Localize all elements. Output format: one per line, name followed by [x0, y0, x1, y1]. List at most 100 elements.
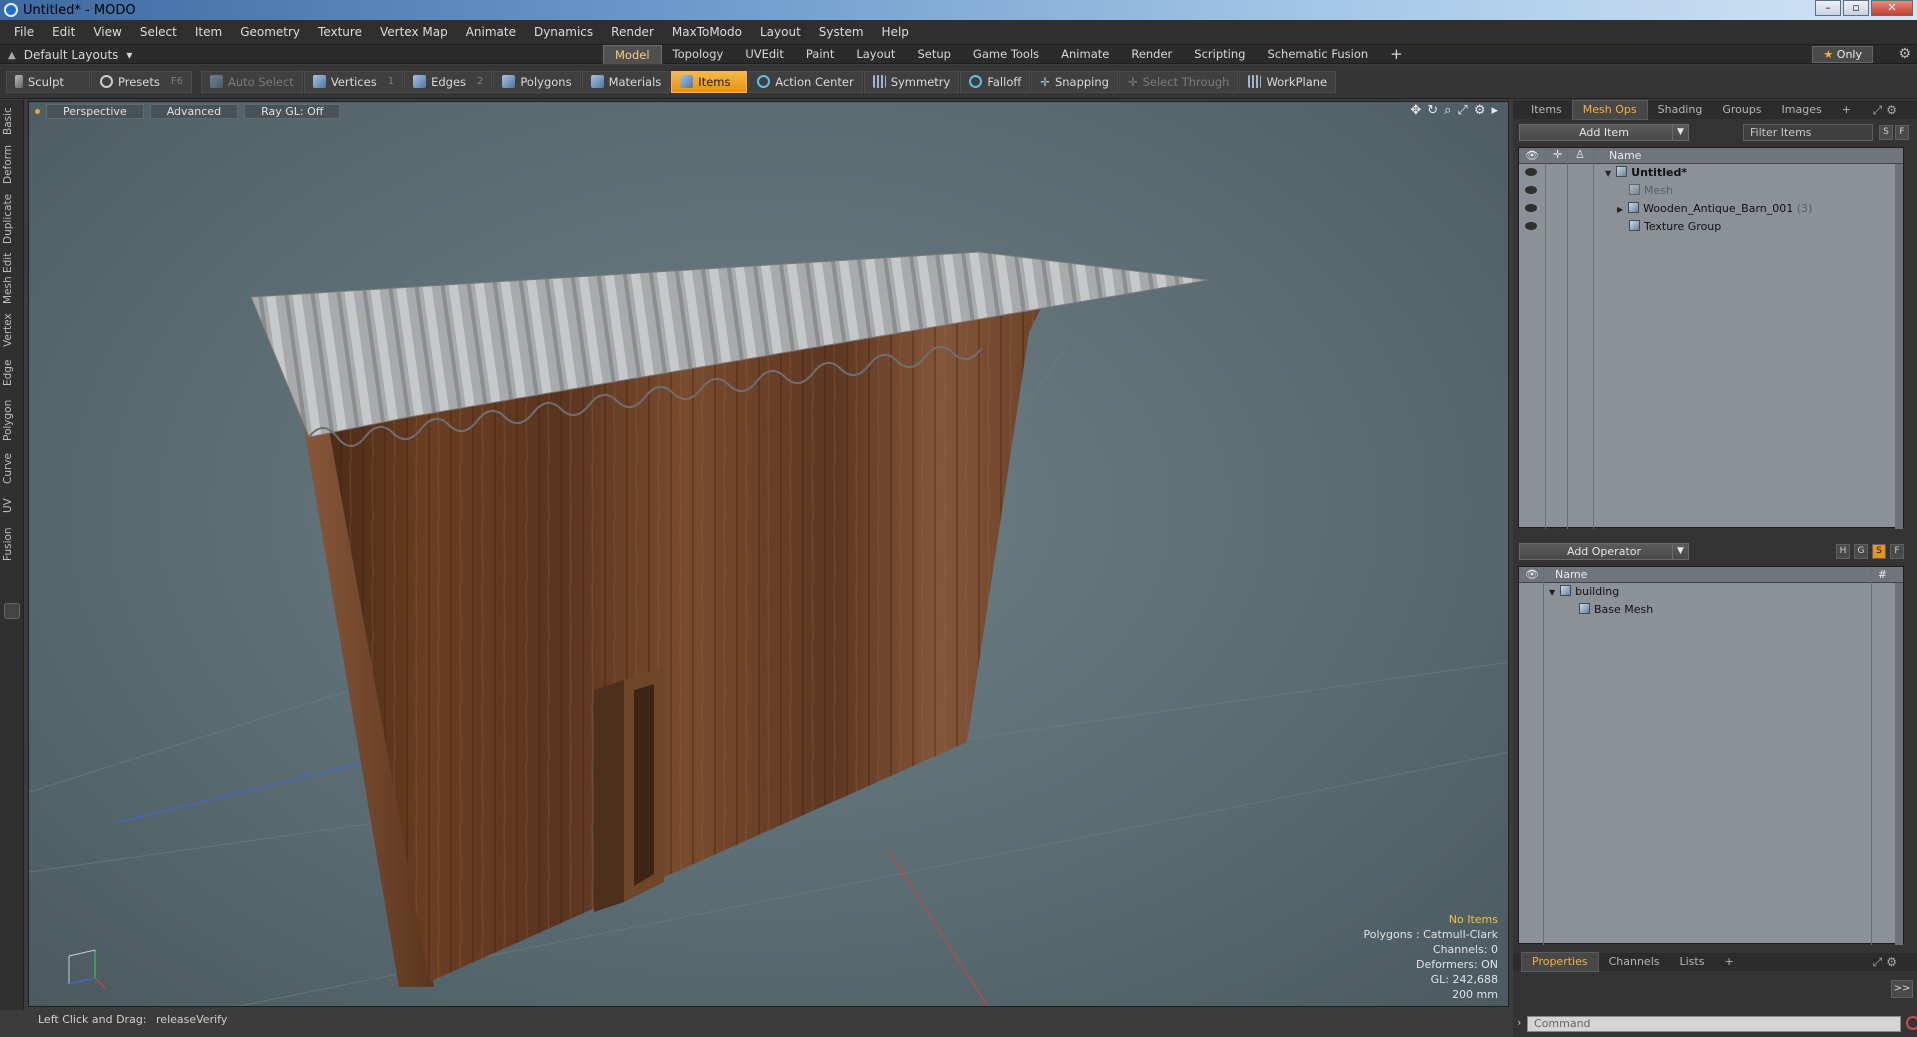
workplane-button[interactable]: WorkPlane [1239, 70, 1337, 93]
menu-dynamics[interactable]: Dynamics [525, 25, 602, 39]
sculpt-button[interactable]: Sculpt [6, 70, 90, 93]
menu-help[interactable]: Help [873, 25, 918, 39]
rotate-icon[interactable]: ↻ [1427, 103, 1438, 118]
operator-row-base-mesh[interactable]: Base Mesh [1519, 601, 1903, 619]
tab-scripting[interactable]: Scripting [1183, 45, 1256, 64]
panel-tools-icon[interactable]: ⤢⚙ [1863, 953, 1911, 971]
add-operator-dropdown[interactable]: Add Operator ▼ [1519, 543, 1689, 560]
record-icon[interactable] [1906, 1016, 1917, 1030]
menu-layout[interactable]: Layout [751, 25, 810, 39]
pan-icon[interactable]: ✥ [1410, 103, 1421, 118]
left-tab-polygon[interactable]: Polygon [2, 396, 22, 444]
tab-uvedit[interactable]: UVEdit [734, 45, 795, 64]
menu-texture[interactable]: Texture [309, 25, 371, 39]
operator-row-building[interactable]: ▼ building [1519, 583, 1903, 601]
meshops-h-button[interactable]: H [1836, 544, 1850, 559]
tab-items[interactable]: Items [1521, 101, 1572, 119]
3d-viewport[interactable]: Perspective Advanced Ray GL: Off ✥ ↻ ⌕ ⤢… [28, 101, 1509, 1007]
filter-items-input[interactable]: Filter Items [1743, 124, 1873, 141]
menu-maxtomodo[interactable]: MaxToModo [663, 25, 751, 39]
tab-mesh-ops[interactable]: Mesh Ops [1571, 100, 1648, 120]
layout-picker[interactable]: ▲ Default Layouts ▾ [8, 46, 132, 64]
item-row-barn[interactable]: ▶ Wooden_Antique_Barn_001 (3) [1519, 200, 1903, 218]
tab-animate[interactable]: Animate [1050, 45, 1120, 64]
left-tab-uv[interactable]: UV [2, 494, 22, 518]
item-row-mesh[interactable]: Mesh [1519, 182, 1903, 200]
viewport-menu-dot[interactable] [35, 108, 40, 114]
polygons-button[interactable]: Polygons [493, 70, 581, 93]
items-scrollbar[interactable] [1895, 164, 1903, 529]
viewport-expand-icon[interactable]: ▸ [1491, 103, 1498, 118]
menu-animate[interactable]: Animate [457, 25, 525, 39]
left-tab-mesh-edit[interactable]: Mesh Edit [2, 252, 22, 304]
gear-icon[interactable]: ⚙ [1898, 46, 1911, 62]
falloff-button[interactable]: Falloff [960, 70, 1031, 93]
add-item-dropdown[interactable]: Add Item ▼ [1519, 124, 1689, 141]
tab-properties[interactable]: Properties [1521, 952, 1599, 972]
tab-render[interactable]: Render [1120, 45, 1183, 64]
tab-game-tools[interactable]: Game Tools [962, 45, 1050, 64]
panel-tools-icon[interactable]: ⤢⚙ [1863, 101, 1911, 119]
left-tab-curve[interactable]: Curve [2, 450, 22, 488]
meshops-scrollbar[interactable] [1895, 583, 1903, 945]
expand-button[interactable]: >> [1891, 980, 1913, 998]
zoom-icon[interactable]: ⌕ [1444, 103, 1451, 118]
eye-icon[interactable] [1525, 204, 1537, 212]
minimize-button[interactable]: – [1815, 0, 1841, 16]
meshops-s-button[interactable]: S [1872, 544, 1886, 559]
vertices-button[interactable]: Vertices 1 [303, 70, 404, 93]
viewport-gear-icon[interactable]: ⚙ [1474, 103, 1486, 118]
edges-button[interactable]: Edges 2 [404, 70, 493, 93]
menu-vertex-map[interactable]: Vertex Map [371, 25, 457, 39]
menu-file[interactable]: File [5, 25, 43, 39]
tab-model[interactable]: Model [603, 45, 662, 64]
snapping-button[interactable]: ✛ Snapping [1031, 70, 1118, 93]
item-row-texture-group[interactable]: Texture Group [1519, 218, 1903, 236]
only-button[interactable]: ★ Only [1812, 46, 1873, 63]
meshops-g-button[interactable]: G [1854, 544, 1868, 559]
menu-system[interactable]: System [810, 25, 873, 39]
menu-geometry[interactable]: Geometry [231, 25, 309, 39]
fit-icon[interactable]: ⤢ [1457, 103, 1467, 118]
maximize-button[interactable]: ▫ [1843, 0, 1869, 16]
left-tab-basic[interactable]: Basic [2, 104, 22, 138]
item-row-untitled[interactable]: ▼ Untitled* [1519, 164, 1903, 182]
add-panel-tab-button[interactable]: + [1832, 101, 1861, 119]
select-through-button[interactable]: ✛ Select Through [1118, 70, 1239, 93]
add-layout-tab-button[interactable]: + [1379, 45, 1414, 64]
items-button[interactable]: Items [671, 70, 748, 93]
raygl-button[interactable]: Ray GL: Off [244, 103, 341, 119]
view-mode-button[interactable]: Perspective [46, 103, 144, 119]
eye-icon[interactable] [1525, 168, 1537, 176]
tab-channels[interactable]: Channels [1599, 953, 1670, 971]
auto-select-button[interactable]: Auto Select [200, 70, 303, 93]
meshops-f-button[interactable]: F [1890, 544, 1904, 559]
menu-edit[interactable]: Edit [43, 25, 84, 39]
menu-view[interactable]: View [84, 25, 130, 39]
left-tab-deform[interactable]: Deform [2, 144, 22, 184]
close-button[interactable]: ✕ [1871, 0, 1913, 16]
tab-images[interactable]: Images [1772, 101, 1832, 119]
tab-paint[interactable]: Paint [795, 45, 845, 64]
left-tabs-toggle[interactable] [4, 603, 20, 619]
tab-shading[interactable]: Shading [1648, 101, 1713, 119]
menu-select[interactable]: Select [131, 25, 186, 39]
left-tab-edge[interactable]: Edge [2, 356, 22, 390]
menu-item[interactable]: Item [186, 25, 231, 39]
command-input[interactable]: Command [1527, 1016, 1901, 1032]
tab-groups[interactable]: Groups [1712, 101, 1771, 119]
items-s-button[interactable]: S [1879, 125, 1893, 140]
shading-mode-button[interactable]: Advanced [149, 103, 239, 119]
action-center-button[interactable]: Action Center [748, 70, 863, 93]
tab-setup[interactable]: Setup [906, 45, 961, 64]
tab-layout[interactable]: Layout [845, 45, 906, 64]
materials-button[interactable]: Materials [581, 70, 671, 93]
eye-icon[interactable] [1525, 222, 1537, 230]
tab-lists[interactable]: Lists [1670, 953, 1715, 971]
left-tab-duplicate[interactable]: Duplicate [2, 192, 22, 246]
tab-topology[interactable]: Topology [662, 45, 735, 64]
tab-schematic-fusion[interactable]: Schematic Fusion [1256, 45, 1379, 64]
left-tab-fusion[interactable]: Fusion [2, 524, 22, 564]
eye-icon[interactable] [1525, 186, 1537, 194]
symmetry-button[interactable]: Symmetry [863, 70, 960, 93]
